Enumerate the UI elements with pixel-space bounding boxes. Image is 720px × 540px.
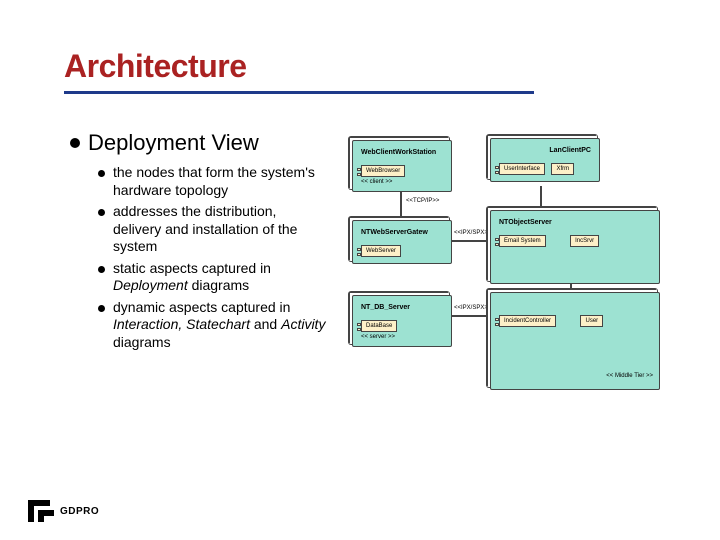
component-box: WebBrowser [361,165,405,177]
node-web-server: NTWebServerGatew WebServer [352,220,452,264]
logo-icon [28,500,54,522]
node-title: LanClientPC [499,147,591,154]
node-title: NTObjectServer [499,219,651,226]
component-label: IncidentController [504,318,551,324]
node-stereotype: << Middle Tier >> [606,373,653,379]
component-label: WebServer [366,248,396,254]
diagram-column: <<TCP/IP>> <<IPX/SPX>> <<IPX/SPX>> WebCl… [340,130,680,430]
text-mid: and [250,316,281,332]
text-emphasis: Deployment [113,277,188,293]
list-item: addresses the distribution, delivery and… [98,203,326,256]
text-pre: dynamic aspects captured in [113,299,290,315]
list-item-text: addresses the distribution, delivery and… [113,203,326,256]
section-heading: Deployment View [88,130,259,156]
list-item-text: dynamic aspects captured in Interaction,… [113,299,326,352]
node-middle-tier: IncidentController User << Middle Tier >… [490,292,660,390]
text-column: Deployment View the nodes that form the … [70,130,326,355]
node-title: WebClientWorkStation [361,149,443,156]
connector-line [452,315,492,317]
connector-label: <<TCP/IP>> [406,198,439,204]
bullet-dot-icon [98,305,105,312]
deployment-diagram: <<TCP/IP>> <<IPX/SPX>> <<IPX/SPX>> WebCl… [340,130,680,430]
component-label: DataBase [366,323,392,329]
bullet-dot-icon [98,170,105,177]
text-pre: static aspects captured in [113,260,271,276]
text-emphasis: Interaction, Statechart [113,316,250,332]
logo-text: GDPRO [60,506,99,517]
node-db-server: NT_DB_Server DataBase << server >> [352,295,452,347]
connector-label: <<IPX/SPX>> [454,305,491,311]
list-item-text: the nodes that form the system's hardwar… [113,164,326,199]
component-box: Email System [499,235,546,247]
title-rule [64,91,534,94]
node-title: NT_DB_Server [361,304,443,311]
text-post: diagrams [188,277,249,293]
bullet-dot-icon [70,138,80,148]
list-item: static aspects captured in Deployment di… [98,260,326,295]
component-box: WebServer [361,245,401,257]
connector-line [540,186,542,212]
list-item: the nodes that form the system's hardwar… [98,164,326,199]
bullet-dot-icon [98,209,105,216]
node-web-client: WebClientWorkStation WebBrowser << clien… [352,140,452,192]
component-label: WebBrowser [366,168,400,174]
node-stereotype: << client >> [361,179,443,185]
sub-bullet-list: the nodes that form the system's hardwar… [98,164,326,351]
connector-line [452,240,492,242]
connector-line [400,190,402,220]
connector-label: <<IPX/SPX>> [454,230,491,236]
main-bullet: Deployment View [70,130,326,156]
component-box: User [580,315,603,327]
component-label: UserInterface [504,166,540,172]
component-box: IncSrvr [570,235,599,247]
text-emphasis: Activity [281,316,325,332]
node-stereotype: << server >> [361,334,443,340]
title-block: Architecture [64,48,534,94]
node-lan-client: LanClientPC UserInterface Xfrm [490,138,600,182]
bullet-dot-icon [98,266,105,273]
component-label: Email System [504,238,541,244]
component-box: IncidentController [499,315,556,327]
node-title: NTWebServerGatew [361,229,443,236]
text-post: diagrams [113,334,171,350]
slide-title: Architecture [64,48,534,85]
component-box: UserInterface [499,163,545,175]
list-item: dynamic aspects captured in Interaction,… [98,299,326,352]
node-object-server: NTObjectServer Email System IncSrvr [490,210,660,284]
body: Deployment View the nodes that form the … [70,130,680,430]
component-box: Xfrm [551,163,574,175]
footer-logo: GDPRO [28,500,99,522]
component-box: DataBase [361,320,397,332]
slide: Architecture Deployment View the nodes t… [0,0,720,540]
list-item-text: static aspects captured in Deployment di… [113,260,326,295]
